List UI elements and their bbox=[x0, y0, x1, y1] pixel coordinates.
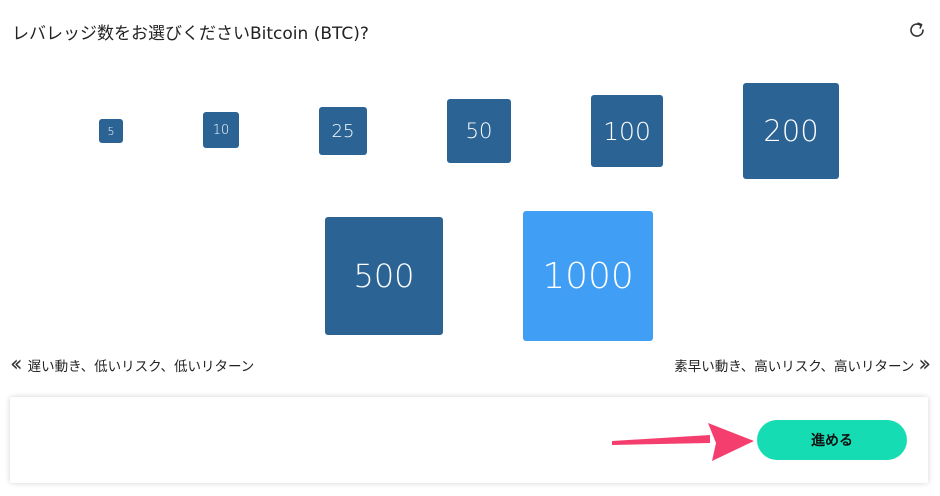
leverage-option-100[interactable]: 100 bbox=[591, 95, 663, 167]
high-risk-hint-text: 素早い動き、高いリスク、高いリターン bbox=[674, 359, 915, 375]
low-risk-hint: ‹‹ 遅い動き、低いリスク、低いリターン bbox=[10, 354, 254, 376]
leverage-option-500[interactable]: 500 bbox=[325, 217, 443, 335]
leverage-option-200[interactable]: 200 bbox=[743, 83, 839, 179]
high-risk-hint: 素早い動き、高いリスク、高いリターン ›› bbox=[674, 352, 931, 377]
annotation-arrow-icon bbox=[612, 423, 754, 461]
double-chevron-right-icon: ›› bbox=[918, 352, 930, 377]
leverage-option-1000[interactable]: 1000 bbox=[523, 211, 653, 341]
double-chevron-left-icon: ‹‹ bbox=[10, 352, 22, 377]
next-button[interactable]: 進める bbox=[757, 420, 907, 460]
question-title: レバレッジ数をお選びくださいBitcoin (BTC)? bbox=[12, 24, 369, 44]
leverage-option-10[interactable]: 10 bbox=[203, 112, 239, 148]
leverage-option-25[interactable]: 25 bbox=[319, 107, 367, 155]
refresh-icon[interactable] bbox=[906, 19, 928, 41]
leverage-option-50[interactable]: 50 bbox=[447, 99, 511, 163]
leverage-option-5[interactable]: 5 bbox=[99, 119, 123, 143]
low-risk-hint-text: 遅い動き、低いリスク、低いリターン bbox=[27, 359, 255, 375]
